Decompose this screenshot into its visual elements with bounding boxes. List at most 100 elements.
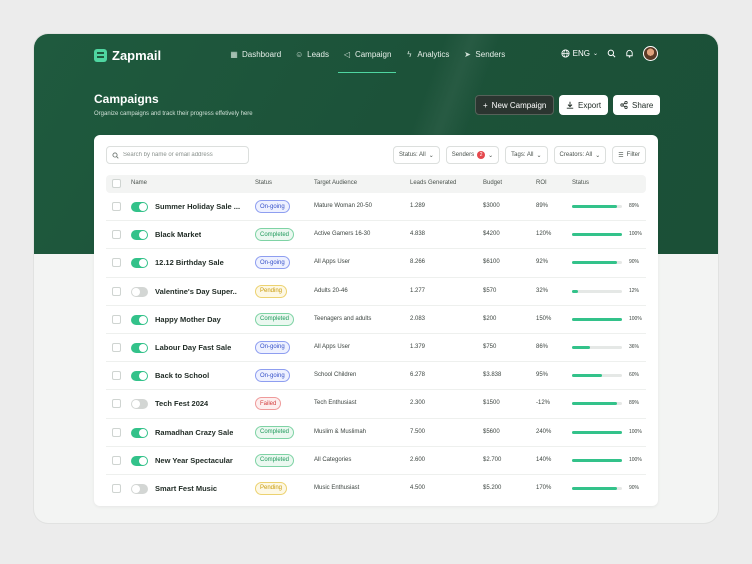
nav-item-campaign[interactable]: ◁ Campaign xyxy=(336,45,398,73)
table-row[interactable]: Valentine's Day Super.. Pending Adults 20-… xyxy=(106,278,646,306)
table-row[interactable]: Happy Mother Day Completed Teenagers and a… xyxy=(106,306,646,334)
campaign-toggle[interactable] xyxy=(131,314,148,325)
campaign-name[interactable]: Tech Fest 2024 xyxy=(155,399,208,408)
campaign-name[interactable]: Black Market xyxy=(155,230,201,239)
progress-fill xyxy=(572,317,622,321)
campaign-toggle[interactable] xyxy=(131,483,148,494)
budget: $2.700 xyxy=(483,456,502,463)
campaign-name[interactable]: Back to School xyxy=(155,371,209,380)
search-input[interactable] xyxy=(123,152,243,158)
campaign-toggle[interactable] xyxy=(131,286,148,297)
bell-icon[interactable] xyxy=(625,49,634,58)
grid-icon: ▦ xyxy=(230,49,238,59)
campaign-toggle[interactable] xyxy=(131,342,148,353)
progress-fill xyxy=(572,205,617,208)
table-row[interactable]: Black Market Completed Active Gamers 16-30… xyxy=(106,221,646,250)
table-row[interactable]: Back to School On-going School Children 6.2… xyxy=(106,362,646,391)
share-button[interactable]: Share xyxy=(613,95,661,115)
target-audience: All Apps User xyxy=(314,343,351,350)
table-row[interactable]: Ramadhan Crazy Sale Completed Muslim & Mus… xyxy=(106,419,646,447)
leads-generated: 1.289 xyxy=(410,203,426,209)
column-header[interactable]: Target Audience xyxy=(314,180,357,186)
campaign-toggle[interactable] xyxy=(131,455,148,466)
table-row[interactable]: New Year Spectacular Completed All Categor… xyxy=(106,447,646,475)
row-checkbox[interactable] xyxy=(112,371,121,381)
progress-fill xyxy=(572,430,622,434)
campaign-name[interactable]: 12.12 Birthday Sale xyxy=(155,258,224,267)
new-campaign-button[interactable]: + New Campaign xyxy=(475,95,555,115)
progress-bar xyxy=(572,205,622,208)
row-checkbox[interactable] xyxy=(112,286,121,296)
nav-item-leads[interactable]: ☺ Leads xyxy=(288,45,336,63)
column-header[interactable]: Status xyxy=(255,180,272,186)
filter-button[interactable]: ☰ Filter xyxy=(612,146,646,164)
nav-item-dashboard[interactable]: ▦ Dashboard xyxy=(223,45,288,63)
row-checkbox[interactable] xyxy=(112,202,121,211)
campaign-name[interactable]: New Year Spectacular xyxy=(155,456,233,465)
row-checkbox[interactable] xyxy=(112,455,121,465)
table-row[interactable]: Tech Fest 2024 Failed Tech Enthusiast 2.300… xyxy=(106,390,646,419)
status-badge: On-going xyxy=(255,256,290,270)
campaign-toggle[interactable] xyxy=(131,202,148,212)
column-header[interactable]: Budget xyxy=(483,180,502,186)
export-button[interactable]: Export xyxy=(559,95,609,115)
campaign-name[interactable]: Ramadhan Crazy Sale xyxy=(155,428,233,437)
progress-bar xyxy=(572,317,622,321)
column-header[interactable]: Status xyxy=(572,180,589,186)
campaign-name[interactable]: Smart Fest Music xyxy=(155,484,217,493)
campaign-toggle[interactable] xyxy=(131,230,148,241)
count-badge: 2 xyxy=(477,151,486,159)
row-checkbox[interactable] xyxy=(112,427,121,437)
table-row[interactable]: 12.12 Birthday Sale On-going All Apps User… xyxy=(106,249,646,278)
row-checkbox[interactable] xyxy=(112,314,121,324)
progress-bar xyxy=(572,233,622,237)
progress-bar xyxy=(572,261,622,265)
column-header[interactable]: Leads Generated xyxy=(410,180,456,186)
target-audience: School Children xyxy=(314,372,357,379)
progress-bar xyxy=(572,430,622,434)
row-checkbox[interactable] xyxy=(112,399,121,409)
campaign-name[interactable]: Happy Mother Day xyxy=(155,315,221,324)
row-checkbox[interactable] xyxy=(112,342,121,352)
nav-item-senders[interactable]: ➤ Senders xyxy=(456,45,512,63)
table-row[interactable]: Summer Holiday Sale ... On-going Mature Wo… xyxy=(106,193,646,222)
status-badge: On-going xyxy=(255,200,290,213)
button-label: Share xyxy=(632,100,654,110)
row-checkbox[interactable] xyxy=(112,483,121,493)
logo[interactable]: Zapmail xyxy=(94,48,161,63)
progress-bar xyxy=(572,345,622,349)
row-checkbox[interactable] xyxy=(112,258,121,268)
select-all-checkbox[interactable] xyxy=(112,179,121,188)
campaign-name[interactable]: Summer Holiday Sale ... xyxy=(155,202,240,211)
creators-filter[interactable]: Creators: All ⌄ xyxy=(553,146,607,164)
table-row[interactable]: Labour Day Fast Sale On-going All Apps Use… xyxy=(106,334,646,363)
budget: $6100 xyxy=(483,259,500,266)
table-row[interactable]: Smart Fest Music Pending Music Enthusiast 4… xyxy=(106,475,646,503)
column-header[interactable]: Name xyxy=(131,180,147,186)
campaign-name[interactable]: Valentine's Day Super.. xyxy=(155,287,237,296)
progress-label: 89% xyxy=(629,400,640,407)
row-checkbox[interactable] xyxy=(112,230,121,240)
campaign-toggle[interactable] xyxy=(131,427,148,438)
progress-label: 36% xyxy=(629,343,640,350)
avatar[interactable] xyxy=(643,46,658,61)
search-icon[interactable] xyxy=(607,49,616,58)
campaign-toggle[interactable] xyxy=(131,371,148,382)
campaign-toggle[interactable] xyxy=(131,399,148,410)
leads-generated: 6.278 xyxy=(410,372,426,379)
budget: $5600 xyxy=(483,428,500,435)
column-header[interactable]: ROI xyxy=(536,180,547,186)
campaign-toggle[interactable] xyxy=(131,258,148,269)
campaign-name[interactable]: Labour Day Fast Sale xyxy=(155,343,231,352)
globe-icon xyxy=(561,49,570,58)
progress-label: 100% xyxy=(629,456,642,463)
senders-filter[interactable]: Senders 2 ⌄ xyxy=(445,146,500,164)
leads-generated: 7.500 xyxy=(410,428,426,435)
status-filter[interactable]: Status: All ⌄ xyxy=(393,146,440,164)
nav-item-analytics[interactable]: ϟ Analytics xyxy=(398,45,456,63)
language-selector[interactable]: ENG ⌄ xyxy=(561,49,598,58)
tags-filter[interactable]: Tags: All ⌄ xyxy=(505,146,548,164)
leads-generated: 1.379 xyxy=(410,343,426,350)
search-box[interactable] xyxy=(106,146,249,164)
roi: 150% xyxy=(536,315,552,322)
